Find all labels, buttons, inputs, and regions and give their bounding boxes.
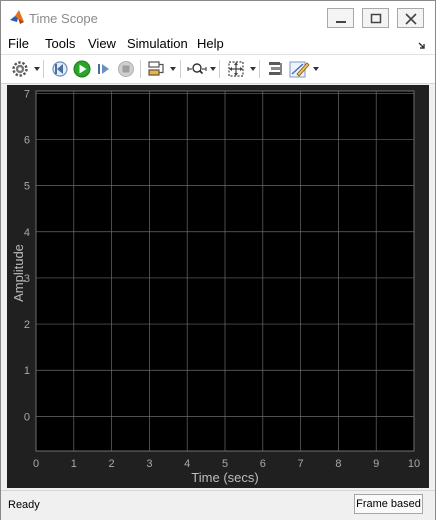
y-tick-label: 5 [24, 181, 30, 193]
x-tick-label: 9 [373, 458, 379, 470]
maximize-button[interactable] [362, 8, 389, 28]
maximize-icon [370, 13, 382, 24]
x-tick-label: 5 [222, 458, 228, 470]
highlight-icon[interactable] [146, 58, 168, 80]
minimize-icon [336, 21, 346, 23]
settings-dropdown-icon[interactable] [34, 67, 40, 71]
window-title: Time Scope [29, 11, 98, 26]
menu-help[interactable]: Help [197, 36, 224, 51]
style-icon[interactable] [288, 58, 310, 80]
x-tick-label: 7 [298, 458, 304, 470]
x-axis-label: Time (secs) [191, 470, 258, 485]
time-scope-window: Time Scope File Tools View Simulation He… [0, 0, 436, 520]
status-bar: Ready Frame based [1, 490, 435, 520]
align-icon[interactable] [265, 58, 285, 80]
x-tick-label: 10 [408, 458, 420, 470]
time-plot[interactable]: 0 1 2 3 4 5 6 7 8 9 10 0 1 2 3 4 5 6 7 Time (secs) Amplit… [7, 85, 429, 488]
y-tick-label: 6 [24, 134, 30, 146]
toolbar [1, 55, 435, 84]
x-tick-label: 6 [260, 458, 266, 470]
zoom-icon[interactable] [186, 58, 208, 80]
y-axis-label: Amplitude [11, 244, 26, 302]
fit-dropdown-icon[interactable] [250, 67, 256, 71]
run-icon[interactable] [72, 58, 92, 80]
scope-display[interactable]: 0 1 2 3 4 5 6 7 8 9 10 0 1 2 3 4 5 6 7 Time (secs) Amplit… [7, 85, 429, 488]
menu-view[interactable]: View [88, 36, 116, 51]
toolbar-separator [43, 60, 44, 78]
toolbar-separator [259, 60, 260, 78]
x-tick-label: 3 [146, 458, 152, 470]
style-dropdown-icon[interactable] [313, 67, 319, 71]
menu-file[interactable]: File [8, 36, 29, 51]
x-tick-label: 2 [109, 458, 115, 470]
title-bar[interactable]: Time Scope [1, 1, 435, 32]
dock-arrow-icon[interactable] [417, 38, 427, 56]
menu-simulation[interactable]: Simulation [127, 36, 188, 51]
stop-icon[interactable] [117, 58, 135, 80]
x-tick-labels: 0 1 2 3 4 5 6 7 8 9 10 [33, 458, 420, 470]
minimize-button[interactable] [327, 8, 354, 28]
step-forward-icon[interactable] [95, 58, 113, 80]
x-tick-label: 8 [335, 458, 341, 470]
settings-icon[interactable] [10, 58, 30, 80]
highlight-dropdown-icon[interactable] [170, 67, 176, 71]
y-tick-label: 4 [24, 227, 30, 239]
toolbar-separator [180, 60, 181, 78]
y-tick-label: 1 [24, 365, 30, 377]
x-tick-label: 4 [184, 458, 190, 470]
y-tick-label: 0 [24, 411, 30, 423]
step-back-icon[interactable] [51, 58, 69, 80]
close-button[interactable] [397, 8, 424, 28]
toolbar-separator [140, 60, 141, 78]
y-tick-label: 2 [24, 319, 30, 331]
menu-bar: File Tools View Simulation Help [1, 32, 435, 55]
frame-mode-badge: Frame based [354, 494, 423, 514]
x-tick-label: 0 [33, 458, 39, 470]
zoom-dropdown-icon[interactable] [210, 67, 216, 71]
x-tick-label: 1 [71, 458, 77, 470]
matlab-logo-icon [9, 9, 25, 25]
close-icon [405, 13, 417, 25]
y-tick-label: 7 [24, 88, 30, 100]
status-text: Ready [8, 499, 40, 511]
fit-icon[interactable] [226, 58, 246, 80]
menu-tools[interactable]: Tools [45, 36, 75, 51]
toolbar-separator [219, 60, 220, 78]
